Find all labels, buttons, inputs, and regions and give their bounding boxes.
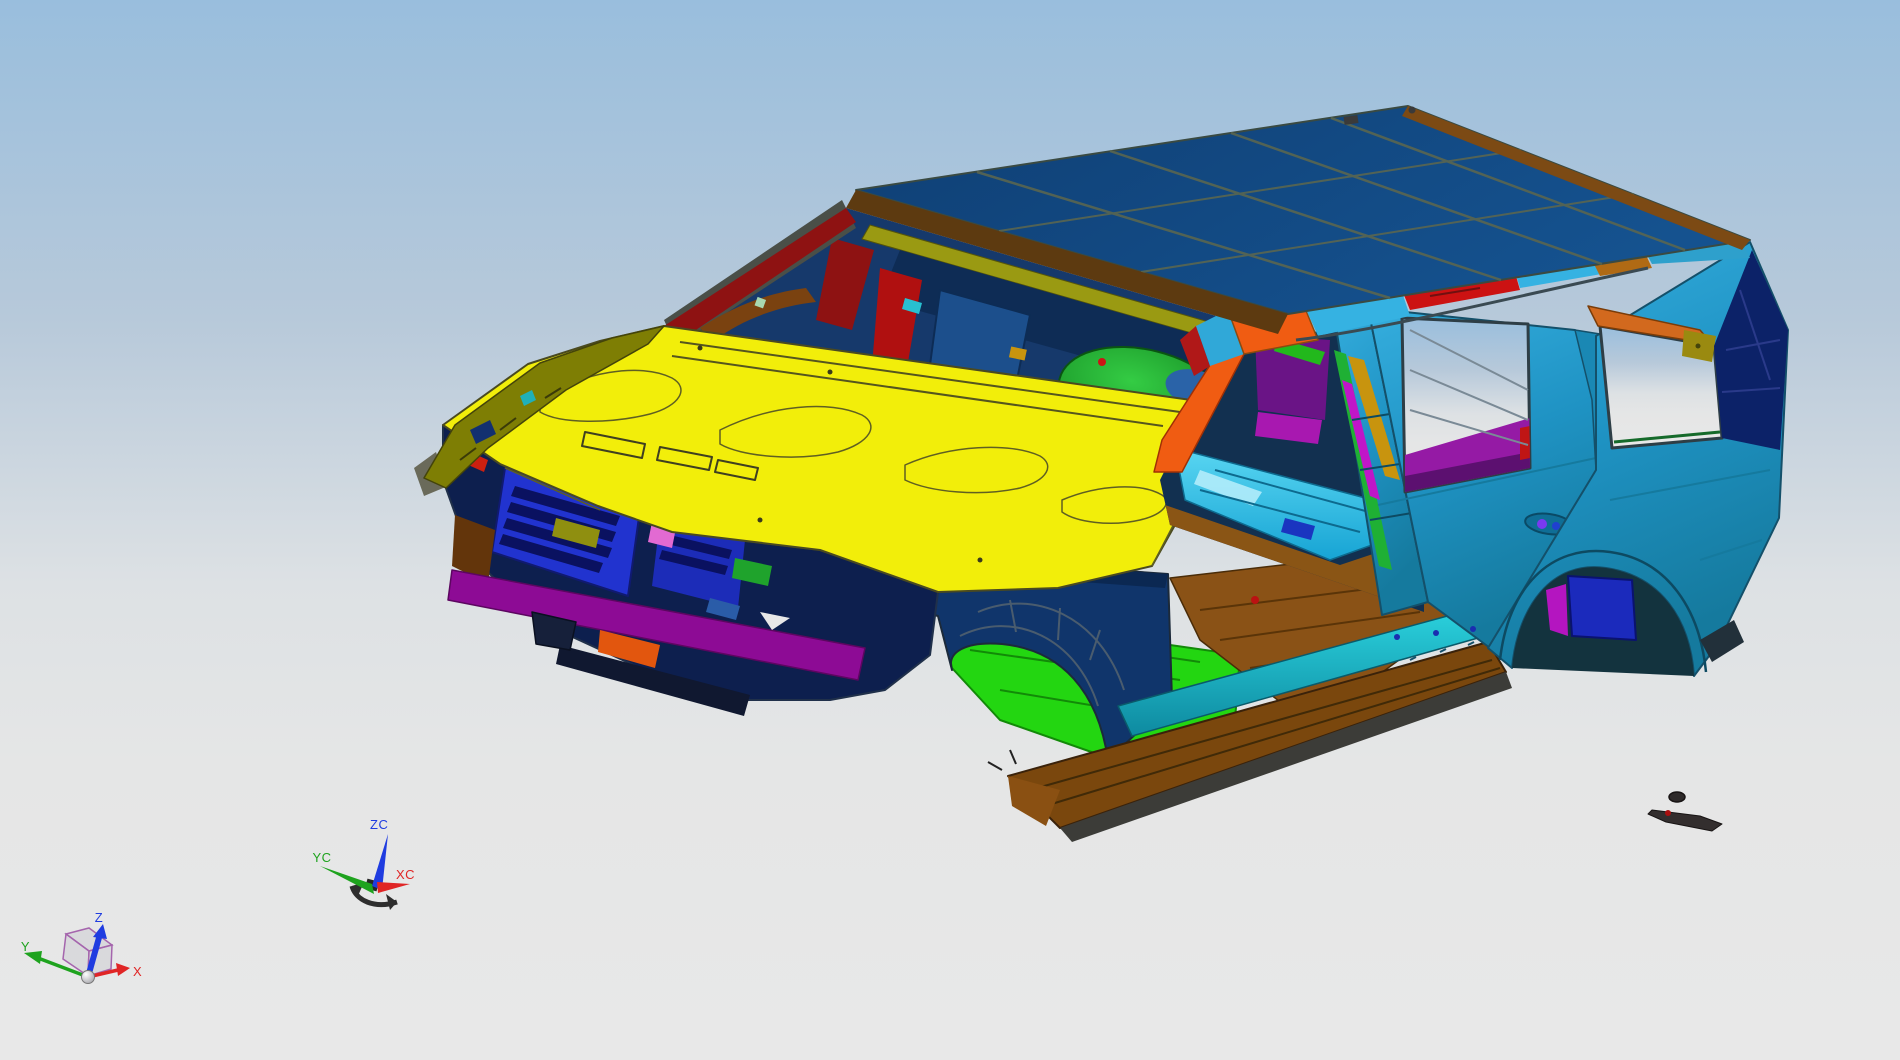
fuel-tank-navy[interactable] [1567, 575, 1637, 641]
wcs-z-label[interactable]: ZC [370, 817, 388, 832]
floor-red-clip[interactable] [1251, 596, 1259, 604]
small-part-red-dot [1665, 810, 1671, 816]
wcs-x-label[interactable]: XC [396, 867, 415, 882]
olive-plate-screw [1695, 343, 1701, 349]
door-handle-blue[interactable] [1552, 522, 1560, 530]
small-part-1[interactable] [1668, 791, 1686, 803]
datum-x-label: X [133, 964, 142, 979]
door-handle-violet[interactable] [1537, 519, 1547, 529]
red-dot-part[interactable] [1098, 358, 1106, 366]
wcs-y-label[interactable]: YC [312, 850, 331, 865]
datum-y-label: Y [21, 939, 30, 954]
cad-viewport: ZC YC XC Z Y X [0, 0, 1900, 1060]
datum-z-label: Z [95, 910, 103, 925]
datum-origin-ball[interactable] [81, 970, 95, 984]
roof-corner-cap [1408, 106, 1416, 114]
